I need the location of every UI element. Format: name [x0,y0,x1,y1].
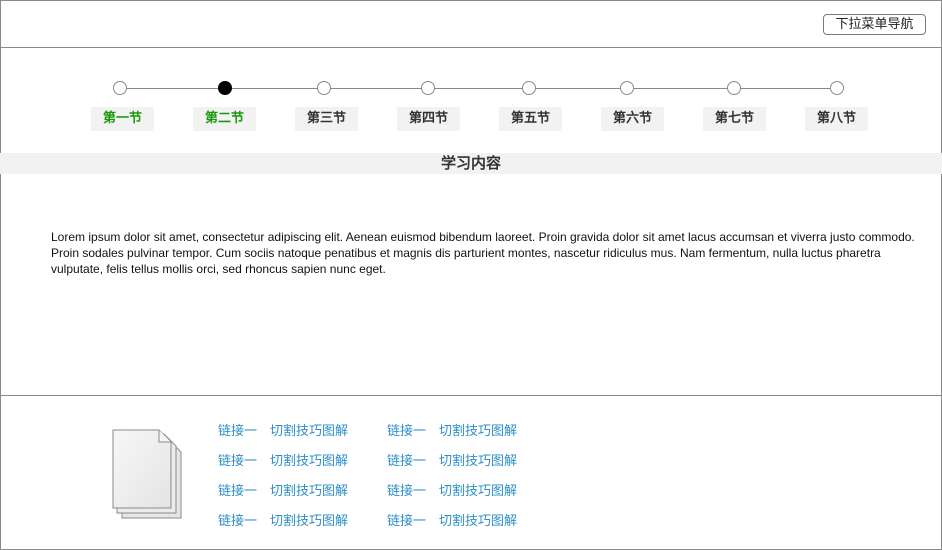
section-title: 学习内容 [0,153,942,174]
step-label[interactable]: 第六节 [601,107,664,131]
resource-link[interactable]: 切割技巧图解 [270,454,348,470]
resource-link[interactable]: 切割技巧图解 [270,484,348,500]
resource-link[interactable]: 链接一 [218,484,257,500]
resource-link[interactable]: 切割技巧图解 [270,424,348,440]
step-node[interactable] [421,81,435,95]
step-label[interactable]: 第二节 [193,107,256,131]
resource-link[interactable]: 链接一 [387,454,426,470]
step-node[interactable] [218,81,232,95]
resource-link[interactable]: 链接一 [387,424,426,440]
step-node[interactable] [830,81,844,95]
resource-link[interactable]: 链接一 [387,514,426,530]
resource-link[interactable]: 链接一 [218,514,257,530]
resource-link[interactable]: 切割技巧图解 [439,484,517,500]
resource-link[interactable]: 切割技巧图解 [270,514,348,530]
step-node[interactable] [522,81,536,95]
step-node[interactable] [317,81,331,95]
step-label[interactable]: 第五节 [499,107,562,131]
step-label[interactable]: 第四节 [397,107,460,131]
resource-link[interactable]: 链接一 [387,484,426,500]
section-body-text: Lorem ipsum dolor sit amet, consectetur … [51,230,915,276]
document-stack-icon [112,429,182,519]
resource-link[interactable]: 切割技巧图解 [439,424,517,440]
resource-link[interactable]: 切割技巧图解 [439,454,517,470]
step-node[interactable] [727,81,741,95]
dropdown-nav-button[interactable]: 下拉菜单导航 [823,14,926,35]
step-node[interactable] [620,81,634,95]
resource-link[interactable]: 切割技巧图解 [439,514,517,530]
step-label[interactable]: 第一节 [91,107,154,131]
step-label[interactable]: 第八节 [805,107,868,131]
resource-link[interactable]: 链接一 [218,424,257,440]
step-label[interactable]: 第三节 [295,107,358,131]
header-divider [0,47,942,48]
step-label[interactable]: 第七节 [703,107,766,131]
step-node[interactable] [113,81,127,95]
footer-divider [0,395,942,396]
resource-link[interactable]: 链接一 [218,454,257,470]
